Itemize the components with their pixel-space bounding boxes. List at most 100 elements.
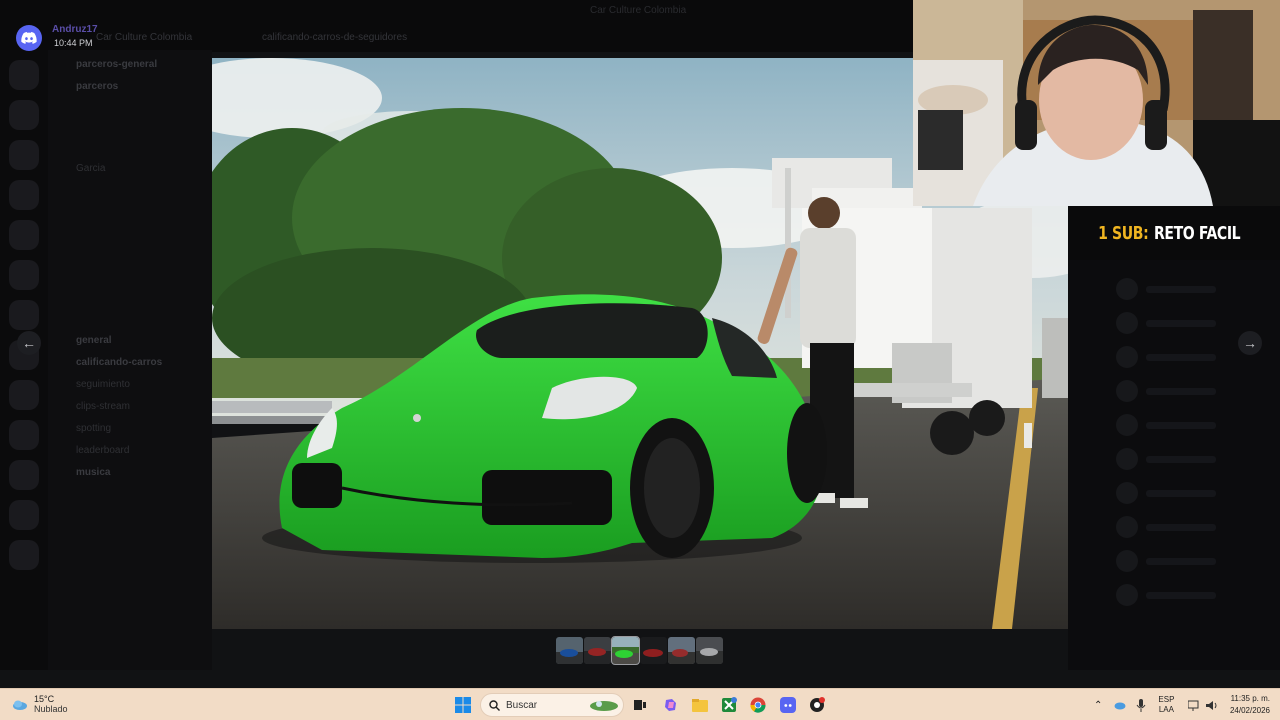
weather-description: Nublado — [34, 704, 68, 714]
member-list-dimmed — [1068, 206, 1280, 670]
member-row[interactable] — [1116, 550, 1280, 572]
member-row[interactable] — [1116, 380, 1280, 402]
server-icon[interactable] — [9, 140, 39, 170]
message-timestamp: 10:44 PM — [54, 38, 93, 48]
server-icon[interactable] — [9, 100, 39, 130]
weather-temp: 15°C — [34, 694, 55, 704]
server-title[interactable]: Car Culture Colombia — [96, 32, 192, 43]
server-rail — [0, 50, 48, 670]
server-icon[interactable] — [9, 260, 39, 290]
chrome-button[interactable] — [749, 696, 767, 714]
server-icon[interactable] — [9, 420, 39, 450]
avatar — [1116, 346, 1138, 368]
thumbnail[interactable] — [556, 637, 583, 664]
channel-list: parceros-general parceros Garcia general cal… — [48, 50, 212, 670]
next-image-button[interactable]: → — [1238, 331, 1262, 355]
system-tray: ⌃ ESP LAA — [1094, 689, 1220, 720]
server-icon[interactable] — [9, 60, 39, 90]
server-icon[interactable] — [9, 180, 39, 210]
sub-goal-text: RETO FACIL — [1153, 222, 1241, 244]
channel-item[interactable]: clips-stream — [48, 396, 212, 418]
network-icon[interactable] — [1188, 700, 1200, 711]
attachment-thumbnail-strip — [556, 636, 723, 665]
channel-item[interactable]: calificando-carros — [48, 352, 212, 374]
cloud-sync-icon[interactable] — [1114, 700, 1126, 710]
search-icon — [489, 699, 500, 711]
avatar — [1116, 584, 1138, 606]
avatar — [1116, 312, 1138, 334]
channel-item[interactable]: parceros — [48, 76, 212, 98]
member-name-placeholder — [1146, 591, 1216, 599]
channel-item[interactable]: Garcia — [48, 158, 212, 180]
chevron-up-icon[interactable]: ⌃ — [1094, 700, 1102, 711]
member-row[interactable] — [1116, 448, 1280, 470]
channel-item[interactable]: general — [48, 330, 212, 352]
thumbnail[interactable] — [668, 637, 695, 664]
avatar — [1116, 448, 1138, 470]
discord-taskbar-button[interactable] — [779, 696, 797, 714]
server-icon[interactable] — [9, 220, 39, 250]
member-row[interactable] — [1116, 482, 1280, 504]
taskbar-search[interactable]: Buscar — [480, 693, 624, 717]
copilot-button[interactable] — [662, 696, 680, 714]
thumbnail[interactable] — [696, 637, 723, 664]
xbox-icon — [722, 697, 737, 712]
member-name-placeholder — [1146, 319, 1216, 327]
clock-date: 24/02/2026 — [1229, 706, 1270, 715]
avatar — [1116, 482, 1138, 504]
xbox-button[interactable] — [720, 696, 738, 714]
app-icon — [810, 697, 825, 712]
server-icon[interactable] — [9, 500, 39, 530]
taskbar-clock[interactable]: 11:35 p. m. 24/02/2026 — [1222, 693, 1270, 717]
member-name-placeholder — [1146, 557, 1216, 565]
member-row[interactable] — [1116, 584, 1280, 606]
windows-taskbar: 15°C Nublado Buscar ⌃ ESP LAA 11:35 p. m… — [0, 688, 1280, 720]
keyboard-layout: LAA — [1158, 705, 1174, 714]
avatar — [1116, 414, 1138, 436]
server-icon[interactable] — [9, 460, 39, 490]
avatar — [1116, 550, 1138, 572]
copilot-icon — [665, 699, 676, 711]
channel-item[interactable]: parceros-general — [48, 54, 212, 76]
discord-logo-icon — [16, 25, 42, 51]
start-button[interactable] — [454, 696, 472, 714]
avatar — [1116, 278, 1138, 300]
server-icon[interactable] — [9, 300, 39, 330]
member-row[interactable] — [1116, 516, 1280, 538]
thumbnail-active[interactable] — [611, 636, 640, 665]
thumbnail[interactable] — [584, 637, 611, 664]
channel-item[interactable]: seguimiento — [48, 374, 212, 396]
folder-icon — [692, 699, 708, 712]
message-author[interactable]: Andruz17 — [52, 24, 98, 35]
server-icon[interactable] — [9, 380, 39, 410]
avatar — [1116, 516, 1138, 538]
previous-image-button[interactable]: ← — [17, 331, 41, 355]
file-explorer-button[interactable] — [691, 696, 709, 714]
server-icon[interactable] — [9, 540, 39, 570]
window-caption: Car Culture Colombia — [590, 5, 687, 16]
sub-goal-label: 1 SUB: — [1097, 222, 1149, 244]
channel-item[interactable]: musica — [48, 462, 212, 484]
microphone-icon[interactable] — [1136, 698, 1146, 712]
arrow-right-icon: → — [1243, 335, 1257, 351]
member-row[interactable] — [1116, 278, 1280, 300]
arrow-left-icon: ← — [22, 335, 36, 351]
member-name-placeholder — [1146, 285, 1216, 293]
channel-header: calificando-carros-de-seguidores — [262, 32, 408, 43]
channel-item[interactable]: leaderboard — [48, 440, 212, 462]
app-taskbar-button[interactable] — [808, 696, 826, 714]
weather-widget[interactable]: 15°C Nublado — [12, 694, 68, 714]
thumbnail[interactable] — [640, 637, 667, 664]
member-name-placeholder — [1146, 455, 1216, 463]
input-language[interactable]: ESP LAA — [1158, 695, 1174, 715]
sub-goal-overlay: 1 SUB: RETO FACIL — [1068, 206, 1280, 260]
cloud-icon — [13, 700, 27, 710]
volume-icon[interactable] — [1206, 700, 1220, 711]
member-row[interactable] — [1116, 312, 1280, 334]
task-view-button[interactable] — [631, 696, 649, 714]
member-name-placeholder — [1146, 523, 1216, 531]
member-name-placeholder — [1146, 387, 1216, 395]
member-row[interactable] — [1116, 414, 1280, 436]
webcam-feed — [913, 0, 1280, 206]
channel-item[interactable]: spotting — [48, 418, 212, 440]
